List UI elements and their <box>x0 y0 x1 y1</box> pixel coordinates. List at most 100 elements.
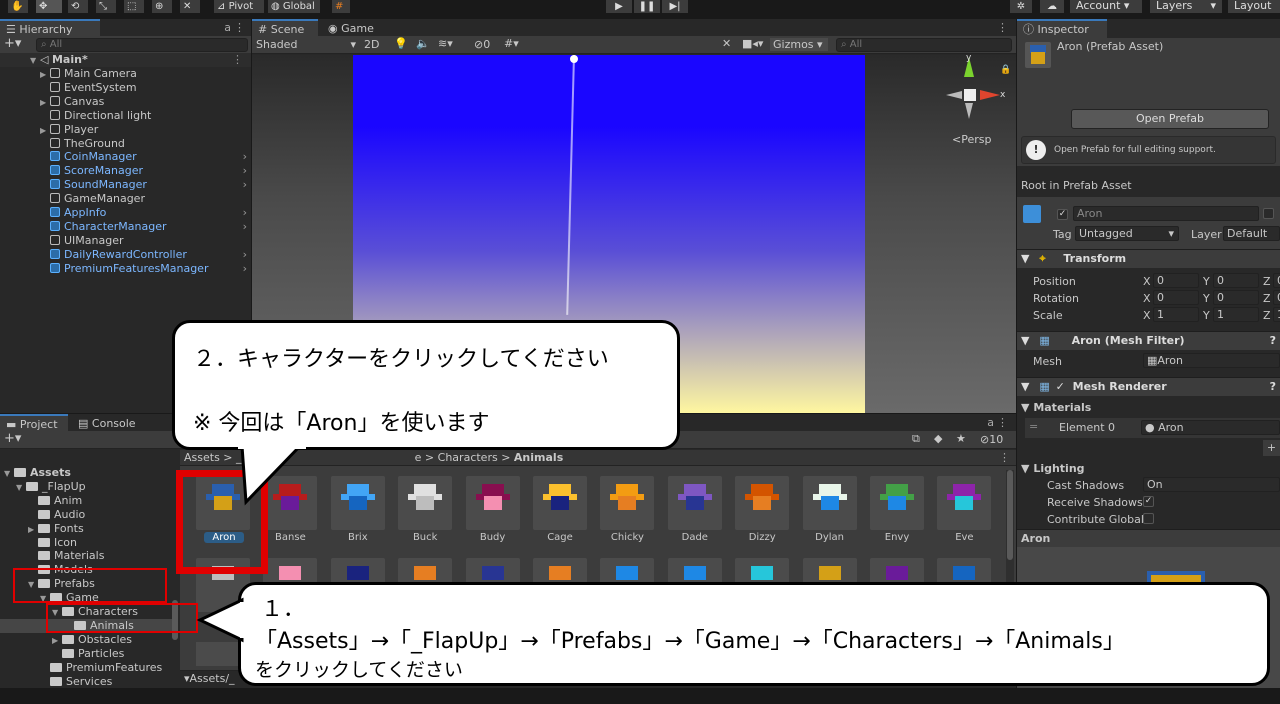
hierarchy-item[interactable]: AppInfo › <box>0 206 251 220</box>
transform-value-field[interactable]: 0 <box>1213 273 1259 288</box>
transform-value-field[interactable]: 0 <box>1273 273 1280 288</box>
axis-neg-y-icon[interactable] <box>965 103 973 119</box>
preview-header[interactable]: Aron <box>1017 529 1280 547</box>
breadcrumb-assets[interactable]: Assets <box>184 451 220 464</box>
hierarchy-item[interactable]: CoinManager › <box>0 150 251 164</box>
mesh-filter-header[interactable]: ▼ ▦ Aron (Mesh Filter) ? <box>1017 331 1280 350</box>
custom-tool-icon[interactable]: ✕ <box>180 0 200 13</box>
axis-x-icon[interactable] <box>980 90 1000 100</box>
hierarchy-item[interactable]: DailyRewardController › <box>0 248 251 262</box>
kebab-menu-icon[interactable]: ⋮ <box>997 416 1008 429</box>
kebab-menu-icon[interactable]: ⋮ <box>232 53 243 67</box>
layer-dropdown[interactable]: Default <box>1223 226 1280 241</box>
hierarchy-item[interactable]: SoundManager › <box>0 178 251 192</box>
chevron-right-icon[interactable]: › <box>243 150 247 164</box>
hierarchy-item[interactable]: ScoreManager › <box>0 164 251 178</box>
transform-value-field[interactable]: 0 <box>1213 290 1259 305</box>
folder-item[interactable]: ▼ _FlapUp <box>0 480 172 494</box>
add-material-button[interactable]: + <box>1263 440 1280 456</box>
collapse-arrow-icon[interactable]: ▶ <box>52 634 62 648</box>
pivot-toggle[interactable]: ⊿ Pivot <box>214 0 264 13</box>
audio-icon[interactable]: 🔈 <box>416 37 430 50</box>
transform-value-field[interactable]: 0 <box>1153 273 1199 288</box>
services-icon[interactable]: ✲ <box>1010 0 1032 13</box>
hierarchy-item[interactable]: Directional light <box>0 109 251 123</box>
folder-item[interactable]: ▶ Obstacles <box>0 633 172 647</box>
expand-arrow-icon[interactable]: ▶ <box>40 96 50 110</box>
asset-card[interactable]: Envy <box>870 476 926 548</box>
cloud-icon[interactable]: ☁ <box>1040 0 1064 13</box>
axis-center-icon[interactable] <box>964 89 976 101</box>
chevron-right-icon[interactable]: › <box>243 248 247 262</box>
camera-icon[interactable]: ■◂▾ <box>742 37 763 50</box>
hidden-packages-toggle[interactable]: ⊘10 <box>980 433 1003 446</box>
static-checkbox[interactable] <box>1263 208 1274 219</box>
transform-value-field[interactable]: 0 <box>1273 290 1280 305</box>
receive-shadows-checkbox[interactable]: ✓ <box>1143 496 1154 507</box>
folder-item[interactable]: Particles <box>0 647 172 661</box>
scene-row[interactable]: ▼ ◁ Main* ⋮ <box>0 53 251 67</box>
cast-shadows-dropdown[interactable]: On <box>1143 477 1280 492</box>
asset-card[interactable]: Dizzy <box>735 476 791 548</box>
tools-icon[interactable]: ✕ <box>722 37 731 50</box>
chevron-right-icon[interactable]: › <box>243 206 247 220</box>
hand-tool-icon[interactable]: ✋ <box>8 0 28 13</box>
hierarchy-item[interactable]: UIManager <box>0 234 251 248</box>
mesh-renderer-header[interactable]: ▼ ▦ ✓ Mesh Renderer ? <box>1017 377 1280 396</box>
add-icon[interactable]: +▾ <box>4 431 21 446</box>
asset-card[interactable]: Dylan <box>802 476 859 548</box>
materials-foldout[interactable]: ▼ Materials <box>1021 401 1091 414</box>
effects-icon[interactable]: ≋▾ <box>438 37 453 50</box>
open-prefab-button[interactable]: Open Prefab <box>1071 109 1269 129</box>
step-button[interactable]: ▶| <box>662 0 688 13</box>
asset-card[interactable]: Eve <box>937 476 993 548</box>
expand-arrow-icon[interactable]: ▶ <box>40 68 50 82</box>
chevron-right-icon[interactable]: › <box>243 164 247 178</box>
folder-item[interactable]: ▼ Assets <box>0 466 172 480</box>
hierarchy-search-input[interactable]: ⌕ All <box>36 38 248 52</box>
lock-icon[interactable]: a <box>224 21 231 34</box>
pause-button[interactable]: ❚❚ <box>634 0 660 13</box>
gizmo-lock-icon[interactable]: 🔒 <box>1000 65 1011 75</box>
chevron-right-icon[interactable]: › <box>243 220 247 234</box>
folder-item[interactable]: ▶ Fonts <box>0 522 172 536</box>
folder-item[interactable]: Services <box>0 675 172 689</box>
grid-settings-icon[interactable]: #▾ <box>504 37 519 50</box>
hidden-objects-toggle[interactable]: ⊘0 <box>474 38 490 51</box>
element0-field[interactable]: ● Aron <box>1141 420 1280 435</box>
favorite-icon[interactable]: ★ <box>956 432 966 445</box>
transform-value-field[interactable]: 1 <box>1273 307 1280 322</box>
folder-item[interactable]: Anim <box>0 494 172 508</box>
contribute-gi-checkbox[interactable] <box>1143 513 1154 524</box>
chevron-right-icon[interactable]: › <box>243 262 247 276</box>
layers-dropdown[interactable]: Layers ▾ <box>1150 0 1222 13</box>
hierarchy-item[interactable]: EventSystem <box>0 81 251 95</box>
asset-card[interactable]: Chicky <box>600 476 656 548</box>
mesh-field[interactable]: ▦Aron <box>1143 353 1280 368</box>
orientation-gizmo[interactable]: y x <box>932 55 1005 127</box>
transform-value-field[interactable]: 1 <box>1213 307 1259 322</box>
enabled-checkbox[interactable]: ✓ <box>1056 380 1065 393</box>
tag-dropdown[interactable]: Untagged ▾ <box>1075 226 1179 241</box>
expand-arrow-icon[interactable]: ▼ <box>16 481 26 495</box>
gizmos-dropdown[interactable]: Gizmos ▾ <box>770 38 828 51</box>
kebab-menu-icon[interactable]: ⋮ <box>997 21 1008 34</box>
chevron-right-icon[interactable]: › <box>243 178 247 192</box>
hierarchy-item[interactable]: PremiumFeaturesManager › <box>0 262 251 276</box>
asset-card[interactable]: Dade <box>667 476 724 548</box>
rotate-tool-icon[interactable]: ⟲ <box>68 0 88 13</box>
hierarchy-item[interactable]: GameManager <box>0 192 251 206</box>
folder-item[interactable]: Audio <box>0 508 172 522</box>
light-icon[interactable]: 💡 <box>394 37 408 50</box>
scale-tool-icon[interactable]: ⤡ <box>96 0 116 13</box>
account-dropdown[interactable]: Account ▾ <box>1070 0 1142 13</box>
hierarchy-item[interactable]: ▶ Main Camera <box>0 67 251 81</box>
transform-header[interactable]: ▼ ⌖ Transform <box>1017 249 1280 268</box>
hierarchy-item[interactable]: ▶ Canvas <box>0 95 251 109</box>
lock-icon[interactable]: a <box>987 416 994 429</box>
hierarchy-item[interactable]: ▶ Player <box>0 123 251 137</box>
active-checkbox[interactable]: ✓ <box>1057 209 1068 220</box>
name-field[interactable]: Aron <box>1073 206 1259 221</box>
breadcrumb-characters[interactable]: Characters <box>438 451 498 464</box>
folder-item[interactable]: Icon <box>0 536 172 550</box>
